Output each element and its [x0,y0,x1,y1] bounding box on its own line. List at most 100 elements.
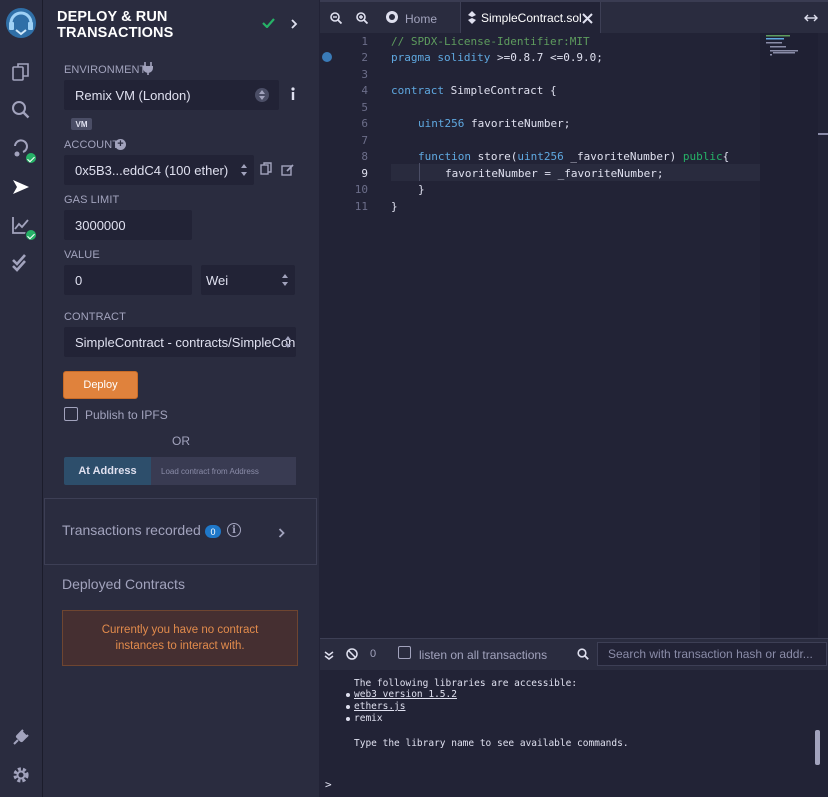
deploy-button[interactable]: Deploy [63,371,138,399]
analysis-success-icon [25,229,37,241]
terminal-prompt[interactable]: > [325,778,332,791]
add-account-icon[interactable]: + [115,139,126,150]
environment-label: ENVIRONMENT [64,64,147,76]
publish-ipfs-checkbox[interactable] [64,407,78,421]
terminal-hint: Type the library name to see available c… [354,738,629,749]
code-keyword: contract [391,84,444,97]
contract-label: CONTRACT [64,311,126,323]
remix-logo-icon[interactable] [4,6,38,40]
zoom-out-icon[interactable] [330,11,343,29]
terminal-lib-remix: remix [354,713,383,724]
code-text: _favoriteNumber) [563,150,683,163]
value-label: VALUE [64,249,100,261]
contract-dropdown-icon [284,336,292,348]
code-keyword: public [682,150,723,163]
edit-icon[interactable] [281,163,294,181]
value-unit-value: Wei [206,272,229,288]
bullet-icon [346,693,350,697]
copy-icon[interactable] [260,162,272,180]
bullet-icon [346,705,350,709]
no-contracts-alert: Currently you have no contract instances… [62,610,298,666]
code-editor[interactable] [320,33,828,637]
terminal-scrollbar[interactable] [815,730,820,765]
indent-guide [419,163,420,181]
deploy-run-icon[interactable] [9,175,33,199]
code-line-1: // SPDX-License-Identifier:MIT [391,35,590,48]
account-label: ACCOUNT [64,139,120,151]
code-line-11: } [391,200,398,213]
vm-badge: VM [71,118,92,130]
contract-value: SimpleContract - contracts/SimpleCon [75,334,296,350]
pending-tx-count: 0 [370,648,377,660]
publish-ipfs-label: Publish to IPFS [85,408,168,422]
chevron-right-icon[interactable] [290,16,298,34]
solidity-compiler-icon[interactable] [9,136,37,164]
line-number: 3 [361,68,368,81]
line-number: 8 [361,150,368,163]
code-text: >=0.8.7 <=0.9.0; [490,51,603,64]
plug-icon [142,62,154,80]
tab-home[interactable]: Home [385,10,437,27]
editor-scrollbar[interactable] [818,33,828,637]
listen-all-checkbox[interactable] [398,646,411,659]
contract-select[interactable]: SimpleContract - contracts/SimpleCon [64,327,296,357]
terminal-link-web3[interactable]: web3 version 1.5.2 [354,689,457,700]
code-line-9: favoriteNumber = _favoriteNumber; [445,167,664,180]
plugin-manager-icon[interactable] [9,725,33,749]
at-address-button[interactable]: At Address [64,457,151,485]
line-number: 4 [361,84,368,97]
info-icon[interactable] [290,87,296,106]
value-unit-select[interactable]: Wei [201,265,295,295]
panel-title-line1: DEPLOY & RUN [57,9,168,25]
value-input[interactable]: 0 [64,265,192,295]
code-text: store( [470,150,518,163]
close-icon[interactable] [582,11,593,29]
zoom-in-icon[interactable] [356,11,369,29]
gas-limit-input[interactable]: 3000000 [64,210,192,240]
code-minimap[interactable] [760,33,820,637]
solidity-file-icon [468,11,476,29]
terminal-link-ethers[interactable]: ethers.js [354,701,405,712]
terminal-search-input[interactable]: Search with transaction hash or addr... [597,642,827,666]
checkmark-icon [262,15,275,33]
at-address-input[interactable]: Load contract from Address [151,457,296,485]
collapse-terminal-icon[interactable] [324,648,334,666]
tab-simplecontract[interactable]: SimpleContract.sol [460,2,601,33]
code-keyword: function [418,150,471,163]
analysis-icon[interactable] [9,213,37,241]
account-select[interactable]: 0x5B3...eddC4 (100 ether) [64,155,254,185]
line-number: 2 [361,51,368,64]
line-number: 11 [354,200,368,213]
line-number: 9 [361,167,368,180]
line-number: 10 [354,183,368,196]
code-line-8: function store(uint256 _favoriteNumber) … [418,150,729,163]
tab-simplecontract-label: SimpleContract.sol [481,11,582,25]
code-line-6: uint256 favoriteNumber; [418,117,570,130]
remix-home-icon [385,10,399,27]
gas-limit-label: GAS LIMIT [64,194,120,206]
search-icon [577,647,589,665]
code-text: favoriteNumber; [464,117,571,130]
search-icon[interactable] [9,98,33,122]
expand-icon[interactable] [804,10,818,28]
chevron-right-icon[interactable] [278,525,285,543]
environment-select[interactable]: Remix VM (London) [64,80,279,110]
testing-icon[interactable] [9,251,33,275]
code-keyword: pragma solidity [391,51,491,64]
clear-console-icon[interactable] [346,647,358,665]
code-keyword: uint256 [517,150,564,163]
compile-success-icon [25,152,37,164]
breakpoint-marker[interactable] [322,52,332,62]
transactions-recorded-card[interactable]: Transactions recorded 0 i [44,498,317,565]
info-circle-icon[interactable]: i [227,523,241,537]
code-line-4: contract SimpleContract { [391,84,557,97]
code-keyword: uint256 [418,117,465,130]
code-line-2: pragma solidity >=0.8.7 <=0.9.0; [391,51,603,64]
file-explorer-icon[interactable] [9,60,33,84]
listen-all-label: listen on all transactions [419,648,548,662]
line-number: 7 [361,134,368,147]
code-text: SimpleContract { [443,84,557,97]
tab-home-label: Home [405,11,438,26]
value-unit-dropdown-icon [281,274,289,286]
settings-icon[interactable] [9,763,33,787]
